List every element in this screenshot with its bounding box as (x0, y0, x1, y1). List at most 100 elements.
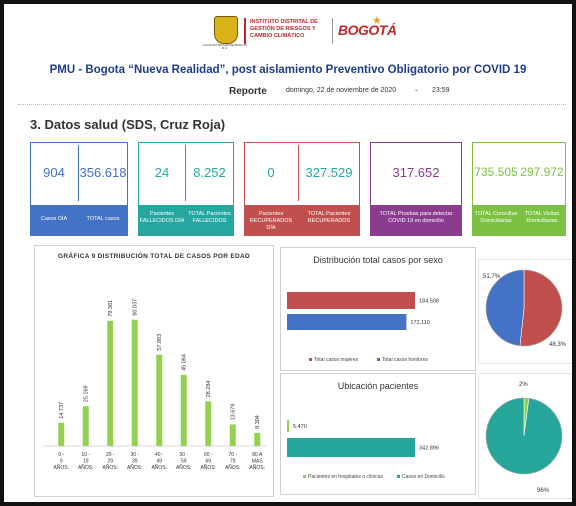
total-recuperados-label: TOTAL Pacientes RECUPERADOS (307, 211, 351, 224)
age-tick-label: AÑOS: (102, 464, 118, 471)
kpi-cases-band: Casos DÍA TOTAL casos (31, 205, 127, 235)
age-tick-label: 70 - (228, 452, 237, 458)
pie-slice (485, 397, 563, 475)
legend-swatch (309, 358, 312, 361)
hbar (287, 314, 407, 330)
age-tick-label: 60 - (204, 452, 213, 458)
report-date: domingo, 22 de noviembre de 2020 (286, 87, 397, 94)
age-tick-label: AÑOS: (151, 464, 167, 471)
report-separator: - (415, 85, 418, 95)
age-tick-label: 39 (132, 459, 138, 465)
age-tick-label: 80 A (252, 452, 263, 458)
age-tick-label: AÑOS: (200, 464, 216, 471)
pie-data-label: 2% (519, 382, 528, 388)
age-bar (82, 406, 89, 446)
location-pie-panel: 2% 96% (478, 373, 572, 499)
age-bar (180, 374, 187, 446)
age-data-label: 14.737 (59, 402, 65, 419)
report-row: Reporte domingo, 22 de noviembre de 2020… (4, 85, 572, 100)
consultas-label: TOTAL Consultas Domiciliarias (474, 211, 518, 224)
age-tick-label: 79 (230, 459, 236, 465)
hbar (287, 420, 290, 432)
page-title: PMU - Bogota “Nueva Realidad”, post aisl… (49, 64, 527, 76)
bogota-logo: BOGOTÁ (338, 22, 397, 38)
age-chart-panel: GRÁFICA 9 DISTRIBUCIÓN TOTAL DE CASOS PO… (34, 245, 274, 497)
pie-slice (485, 269, 525, 347)
report-label: Reporte (229, 86, 267, 97)
age-bar (229, 424, 236, 446)
age-tick-label: 9 (60, 459, 63, 465)
legend-swatch (377, 358, 380, 361)
recuperados-dia-label: Pacientes RECUPERADOS DÍA (249, 211, 293, 231)
age-tick-label: AÑOS: (225, 464, 241, 471)
age-data-label: 8.304 (255, 415, 261, 429)
star-icon: ★ (372, 15, 382, 27)
age-data-label: 45.064 (182, 354, 188, 371)
age-tick-label: AÑOS: (127, 464, 143, 471)
sex-pie-svg: 51,7% 48,3% (483, 269, 567, 348)
pie-data-label: 51,7% (483, 274, 501, 280)
hbar (287, 438, 415, 457)
pie-data-label: 48,3% (549, 342, 567, 348)
idiger-logo-text: INSTITUTO DISTRITAL DE GESTIÓN DE RIESGO… (250, 19, 318, 39)
legend-label: Total casos mujeres (314, 357, 359, 363)
kpi-home-care: 735.505 297.972 TOTAL Consultas Domicili… (472, 142, 566, 236)
age-data-label: 25.169 (84, 385, 90, 402)
visitas-value: 297.972 (520, 165, 564, 179)
age-bar (107, 320, 114, 446)
recuperados-dia-value: 0 (267, 165, 275, 180)
visitas-label: TOTAL Visitas Domiciliarias (524, 211, 560, 224)
pie-data-label: 96% (537, 488, 550, 494)
age-bar (156, 354, 163, 446)
crest-caption: ALCALDÍA MAYOR DE BOGOTÁ D.C. (202, 43, 248, 50)
sex-chart-panel: Distribución total casos por sexo 184.50… (280, 247, 476, 371)
kpi-tests-band: TOTAL Pruebas para detectar COVID 19 en … (371, 205, 461, 235)
report-time: 23:59 (432, 87, 450, 94)
kpi-cases: 904 356.618 Casos DÍA TOTAL casos (30, 142, 128, 236)
total-fallecidos-label: TOTAL Pacientes FALLECIDOS (188, 211, 231, 224)
age-tick-label: 69 (205, 459, 211, 465)
age-data-label: 13.679 (231, 404, 237, 421)
age-data-label: 80.037 (133, 299, 139, 316)
age-data-label: 79.381 (108, 300, 114, 317)
sex-chart-svg: 184.508 172.110 Total casos mujeres Total c… (287, 292, 439, 363)
age-tick-label: 49 (156, 459, 162, 465)
pie-slice (519, 269, 563, 347)
logo-bar: ALCALDÍA MAYOR DE BOGOTÁ D.C. INSTITUTO … (203, 14, 397, 50)
age-bar (58, 422, 65, 446)
casos-dia-value: 904 (43, 165, 65, 180)
kpi-tests: 317.652 TOTAL Pruebas para detectar COVI… (370, 142, 462, 236)
legend-label: Pacientes en hospitales o clínicas (308, 474, 384, 480)
kpi-recovered-band: Pacientes RECUPERADOS DÍA TOTAL Paciente… (245, 205, 359, 235)
location-chart-svg: 5.470 342.896 Pacientes en hospitales o cl… (287, 420, 445, 480)
age-tick-label: AÑOS: (249, 464, 265, 471)
age-tick-label: MAS (252, 459, 264, 465)
age-tick-label: 29 (107, 459, 113, 465)
age-bar (131, 319, 138, 446)
age-tick-label: 59 (181, 459, 187, 465)
total-casos-value: 356.618 (79, 165, 127, 180)
header-divider (18, 104, 566, 106)
location-chart-panel: Ubicación pacientes 5.470 342.896 Paciente… (280, 373, 476, 495)
age-bar (205, 401, 212, 446)
legend-label: Total casos hombres (382, 357, 428, 363)
total-fallecidos-value: 8.252 (193, 165, 226, 180)
section-title: 3. Datos salud (SDS, Cruz Roja) (30, 117, 226, 132)
age-tick-label: 20 - (106, 452, 115, 458)
age-tick-label: 19 (83, 459, 89, 465)
consultas-value: 735.505 (474, 165, 518, 179)
idiger-mark-icon (244, 18, 246, 44)
age-tick-label: AÑOS: (176, 464, 192, 471)
kpi-deceased: 24 8.252 Pacientes FALLECIDOS DÍA TOTAL … (138, 142, 234, 236)
logo-separator (332, 18, 333, 44)
age-tick-label: AÑOS: (53, 464, 69, 471)
bogota-crest-icon (214, 16, 238, 44)
age-bar (254, 432, 261, 446)
pruebas-label: TOTAL Pruebas para detectar COVID 19 en … (379, 211, 453, 224)
hbar-data-label: 184.508 (419, 299, 439, 305)
age-data-label: 28.284 (206, 381, 212, 398)
hbar-data-label: 342.896 (419, 446, 439, 452)
age-tick-label: 50 - (179, 452, 188, 458)
age-tick-label: AÑOS: (78, 464, 94, 471)
sex-pie-panel: 51,7% 48,3% (478, 259, 572, 364)
